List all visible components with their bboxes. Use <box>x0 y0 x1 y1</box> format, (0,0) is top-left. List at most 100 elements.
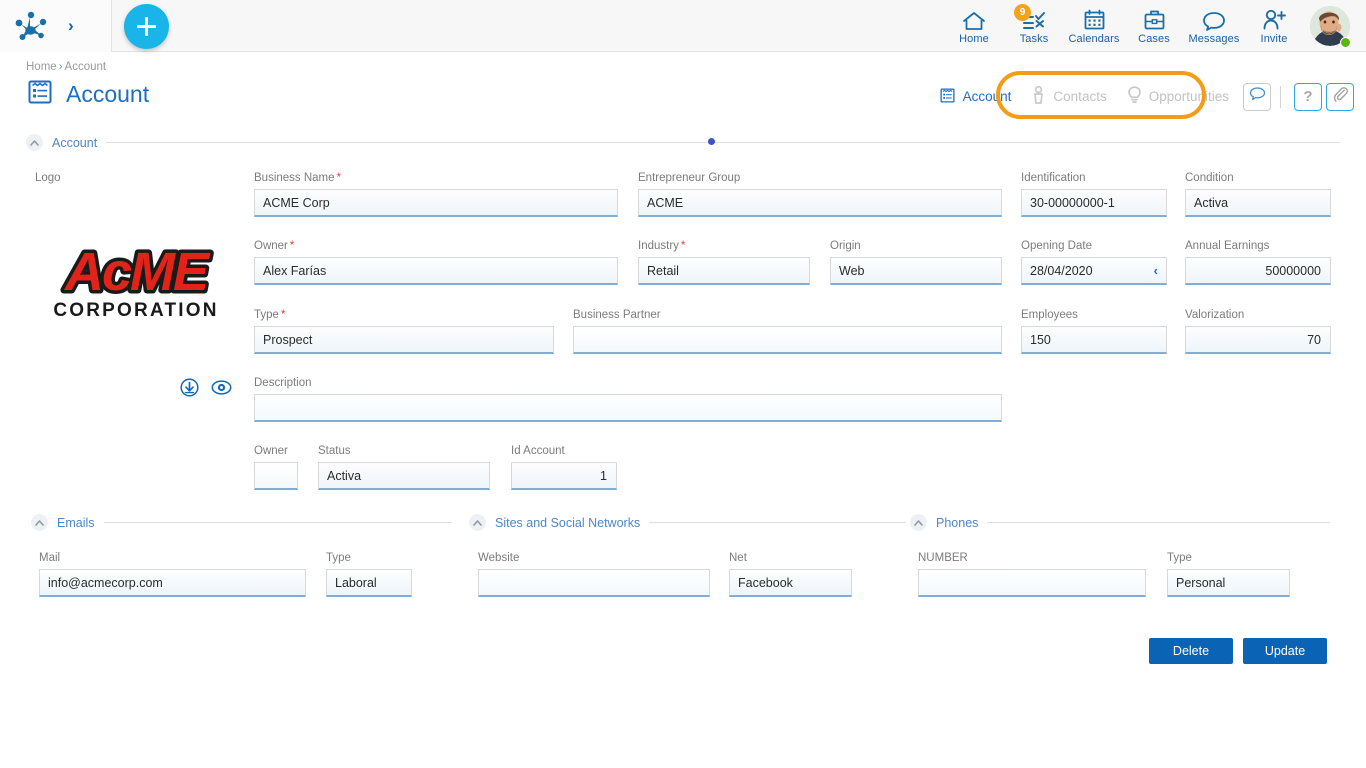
input-annual-earnings[interactable]: 50000000 <box>1185 257 1331 285</box>
field-condition: Condition Activa <box>1185 172 1331 217</box>
input-mail-type[interactable]: Laboral <box>326 569 412 597</box>
attach-button[interactable] <box>1326 83 1354 111</box>
acme-logo: AcME AcME CORPORATION <box>32 232 242 324</box>
field-origin: Origin Web <box>830 240 1002 285</box>
input-description[interactable] <box>254 394 1002 422</box>
tab-contacts[interactable]: Contacts <box>1021 80 1116 113</box>
input-entrepreneur-group[interactable]: ACME <box>638 189 1002 217</box>
home-icon <box>962 7 986 31</box>
create-new-button[interactable] <box>124 4 169 49</box>
input-identification[interactable]: 30-00000000-1 <box>1021 189 1167 217</box>
breadcrumb-home[interactable]: Home <box>26 61 57 73</box>
label-text: Type <box>254 309 279 321</box>
form-actions: Delete Update <box>1149 638 1327 664</box>
label-status: Status <box>318 445 490 457</box>
section-phones: Phones <box>910 514 1330 531</box>
label-business-partner: Business Partner <box>573 309 1002 321</box>
opening-date-value: 28/04/2020 <box>1030 264 1093 278</box>
field-opening-date: Opening Date 28/04/2020 ‹ <box>1021 240 1167 285</box>
input-type[interactable]: Prospect <box>254 326 554 354</box>
field-owner: Owner* Alex Farías <box>254 240 618 285</box>
header-tabs: Account Contacts Opportunities <box>929 80 1354 113</box>
input-business-partner[interactable] <box>573 326 1002 354</box>
section-rule <box>987 522 1330 523</box>
sidebar-expand-icon[interactable]: › <box>68 17 74 34</box>
field-id-account: Id Account 1 <box>511 445 617 490</box>
field-annual-earnings: Annual Earnings 50000000 <box>1185 240 1331 285</box>
input-business-name[interactable]: ACME Corp <box>254 189 618 217</box>
input-website[interactable] <box>478 569 710 597</box>
label-type: Type* <box>254 309 554 321</box>
field-business-partner: Business Partner <box>573 309 1002 354</box>
field-industry: Industry* Retail <box>638 240 810 285</box>
label-condition: Condition <box>1185 172 1331 184</box>
input-condition[interactable]: Activa <box>1185 189 1331 217</box>
svg-text:CORPORATION: CORPORATION <box>53 300 218 321</box>
field-mail: Mail info@acmecorp.com <box>39 552 306 597</box>
field-website: Website <box>478 552 710 597</box>
logo-actions <box>180 378 232 402</box>
input-status[interactable]: Activa <box>318 462 490 490</box>
section-collapse-toggle-sites[interactable] <box>469 514 486 531</box>
input-valorization[interactable]: 70 <box>1185 326 1331 354</box>
required-marker: * <box>681 240 685 252</box>
input-mail[interactable]: info@acmecorp.com <box>39 569 306 597</box>
section-label-phones: Phones <box>936 516 978 530</box>
eye-icon[interactable] <box>211 378 232 402</box>
nav-item-home[interactable]: Home <box>944 0 1004 52</box>
required-marker: * <box>290 240 294 252</box>
label-owner: Owner* <box>254 240 618 252</box>
input-phone-type[interactable]: Personal <box>1167 569 1290 597</box>
page-header: Account <box>26 78 149 111</box>
account-form-icon <box>26 78 54 111</box>
tab-label-contacts: Contacts <box>1053 89 1106 104</box>
label-text: Industry <box>638 240 679 252</box>
section-collapse-toggle-phones[interactable] <box>910 514 927 531</box>
section-collapse-toggle-account[interactable] <box>26 134 43 151</box>
label-description: Description <box>254 377 1002 389</box>
input-net[interactable]: Facebook <box>729 569 852 597</box>
sugarcrm-paw-logo[interactable] <box>14 10 48 42</box>
field-owner-secondary: Owner <box>254 445 298 490</box>
field-phone-type: Type Personal <box>1167 552 1290 597</box>
nav-item-calendars[interactable]: Calendars <box>1064 0 1124 52</box>
field-employees: Employees 150 <box>1021 309 1167 354</box>
chevron-left-icon[interactable]: ‹ <box>1154 263 1158 278</box>
nav-label-invite: Invite <box>1261 33 1288 45</box>
section-rule <box>649 522 906 523</box>
nav-item-messages[interactable]: Messages <box>1184 0 1244 52</box>
section-rule <box>104 522 452 523</box>
input-industry[interactable]: Retail <box>638 257 810 285</box>
section-label-emails: Emails <box>57 516 95 530</box>
tab-label-account: Account <box>963 89 1012 104</box>
section-collapse-toggle-emails[interactable] <box>31 514 48 531</box>
label-phone-type: Type <box>1167 552 1290 564</box>
help-button[interactable]: ? <box>1294 83 1322 111</box>
input-opening-date[interactable]: 28/04/2020 ‹ <box>1021 257 1167 285</box>
section-rule <box>106 142 1340 143</box>
field-valorization: Valorization 70 <box>1185 309 1331 354</box>
download-icon[interactable] <box>180 378 199 402</box>
field-description: Description <box>254 377 1002 422</box>
input-phone-number[interactable] <box>918 569 1146 597</box>
nav-item-tasks[interactable]: 9 Tasks <box>1004 0 1064 52</box>
comment-button[interactable] <box>1243 83 1271 111</box>
update-button[interactable]: Update <box>1243 638 1327 664</box>
section-sites: Sites and Social Networks <box>469 514 906 531</box>
nav-label-messages: Messages <box>1189 33 1240 45</box>
nav-item-invite[interactable]: Invite <box>1244 0 1304 52</box>
paperclip-icon <box>1332 86 1349 108</box>
tab-opportunities[interactable]: Opportunities <box>1117 80 1239 113</box>
tab-account[interactable]: Account <box>929 81 1022 113</box>
briefcase-icon <box>1143 7 1166 31</box>
label-net: Net <box>729 552 852 564</box>
input-owner-secondary[interactable] <box>254 462 298 490</box>
nav-item-cases[interactable]: Cases <box>1124 0 1184 52</box>
input-id-account[interactable]: 1 <box>511 462 617 490</box>
input-origin[interactable]: Web <box>830 257 1002 285</box>
avatar[interactable] <box>1304 0 1356 52</box>
input-employees[interactable]: 150 <box>1021 326 1167 354</box>
section-label-account: Account <box>52 136 97 150</box>
input-owner[interactable]: Alex Farías <box>254 257 618 285</box>
delete-button[interactable]: Delete <box>1149 638 1233 664</box>
